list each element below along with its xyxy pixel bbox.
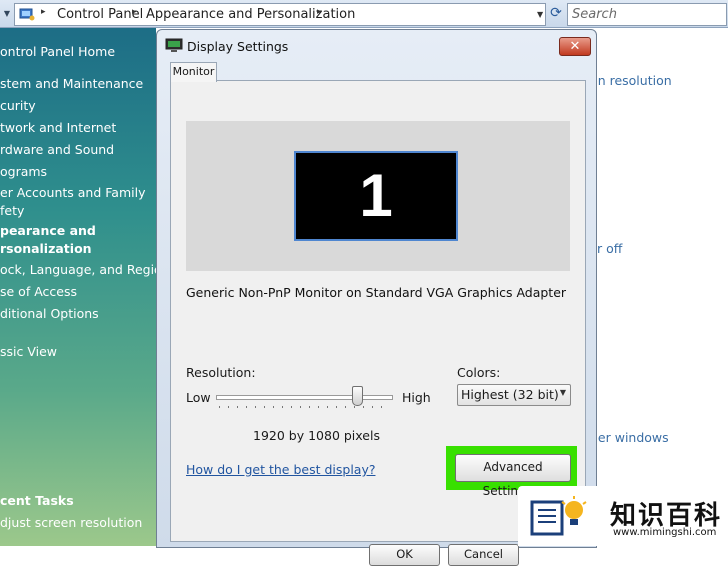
nav-dropdown-icon[interactable]: ▼: [0, 6, 14, 22]
sidebar-item-appearance[interactable]: pearance and rsonalization: [0, 222, 150, 258]
resolution-low-label: Low: [186, 390, 211, 405]
background-link-windows[interactable]: her windows: [590, 430, 669, 445]
resolution-high-label: High: [402, 390, 431, 405]
chevron-right-icon: ▸: [41, 7, 46, 17]
chevron-down-icon[interactable]: ▼: [537, 4, 545, 25]
ok-button[interactable]: OK: [369, 544, 440, 566]
sidebar-item-user-accounts[interactable]: er Accounts and Family fety: [0, 184, 150, 220]
recent-tasks-heading: cent Tasks: [0, 493, 74, 508]
sidebar-item-network[interactable]: twork and Internet: [0, 120, 116, 135]
sidebar-item-system[interactable]: stem and Maintenance: [0, 76, 143, 91]
resolution-slider-ticks: [219, 406, 389, 408]
chevron-down-icon: ▼: [559, 388, 566, 397]
colors-selected-value: Highest (32 bit): [461, 387, 559, 402]
address-bar: ▼ ▸ Control Panel ▸ Appearance and Perso…: [0, 0, 728, 28]
tab-strip: Monitor: [170, 62, 586, 82]
sidebar-item-control-panel-home[interactable]: ontrol Panel Home: [0, 44, 115, 59]
book-lightbulb-logo-icon: [530, 496, 587, 536]
display-settings-dialog: Display Settings ✕ Monitor 1 Generic Non…: [156, 29, 597, 566]
colors-label: Colors:: [457, 365, 501, 380]
close-button[interactable]: ✕: [559, 37, 591, 56]
tab-monitor[interactable]: Monitor: [170, 62, 217, 82]
monitor-preview-area: 1: [186, 121, 570, 271]
sidebar-item-security[interactable]: curity: [0, 98, 36, 113]
sidebar-item-additional-options[interactable]: ditional Options: [0, 306, 99, 321]
background-link-resolution[interactable]: en resolution: [590, 73, 672, 88]
search-input[interactable]: Search: [567, 3, 727, 26]
background-link-turn-off[interactable]: r off: [597, 241, 622, 256]
monitor-tab-panel: 1 Generic Non-PnP Monitor on Standard VG…: [170, 80, 586, 566]
resolution-value: 1920 by 1080 pixels: [253, 428, 380, 443]
adapter-description: Generic Non-PnP Monitor on Standard VGA …: [186, 285, 567, 300]
sidebar-item-clock-language[interactable]: ock, Language, and Region: [0, 262, 170, 277]
sidebar-item-programs[interactable]: ograms: [0, 164, 47, 179]
crumb-control-panel[interactable]: Control Panel: [57, 7, 143, 22]
refresh-icon[interactable]: ⟳: [547, 4, 565, 22]
close-icon: ✕: [569, 39, 581, 54]
breadcrumb[interactable]: ▸ Control Panel ▸ Appearance and Persona…: [14, 3, 546, 26]
chevron-right-icon[interactable]: ▸: [132, 7, 137, 17]
control-panel-icon: [19, 8, 35, 21]
chevron-right-icon[interactable]: ▸: [317, 7, 322, 17]
sidebar-item-hardware[interactable]: rdware and Sound: [0, 142, 114, 157]
display-icon: [165, 38, 183, 52]
resolution-slider-thumb[interactable]: [352, 386, 363, 406]
search-placeholder: Search: [572, 7, 617, 22]
resolution-label: Resolution:: [186, 365, 256, 380]
sidebar-item-ease-of-access[interactable]: se of Access: [0, 284, 77, 299]
advanced-settings-button[interactable]: Advanced Settings...: [455, 454, 571, 498]
sidebar-item-classic-view[interactable]: ssic View: [0, 344, 57, 359]
resolution-slider-track[interactable]: [216, 395, 393, 400]
left-task-pane: ontrol Panel Home stem and Maintenance c…: [0, 28, 170, 546]
recent-task-item[interactable]: djust screen resolution: [0, 515, 142, 530]
best-display-help-link[interactable]: How do I get the best display?: [186, 462, 375, 477]
colors-select[interactable]: Highest (32 bit) ▼: [457, 384, 571, 406]
watermark: 知识百科 www.mimingshi.com: [518, 486, 728, 546]
monitor-1[interactable]: 1: [294, 151, 458, 241]
cancel-button[interactable]: Cancel: [448, 544, 519, 566]
dialog-title: Display Settings: [187, 39, 289, 54]
watermark-url: www.mimingshi.com: [613, 527, 717, 538]
crumb-appearance[interactable]: Appearance and Personalization: [146, 7, 355, 22]
